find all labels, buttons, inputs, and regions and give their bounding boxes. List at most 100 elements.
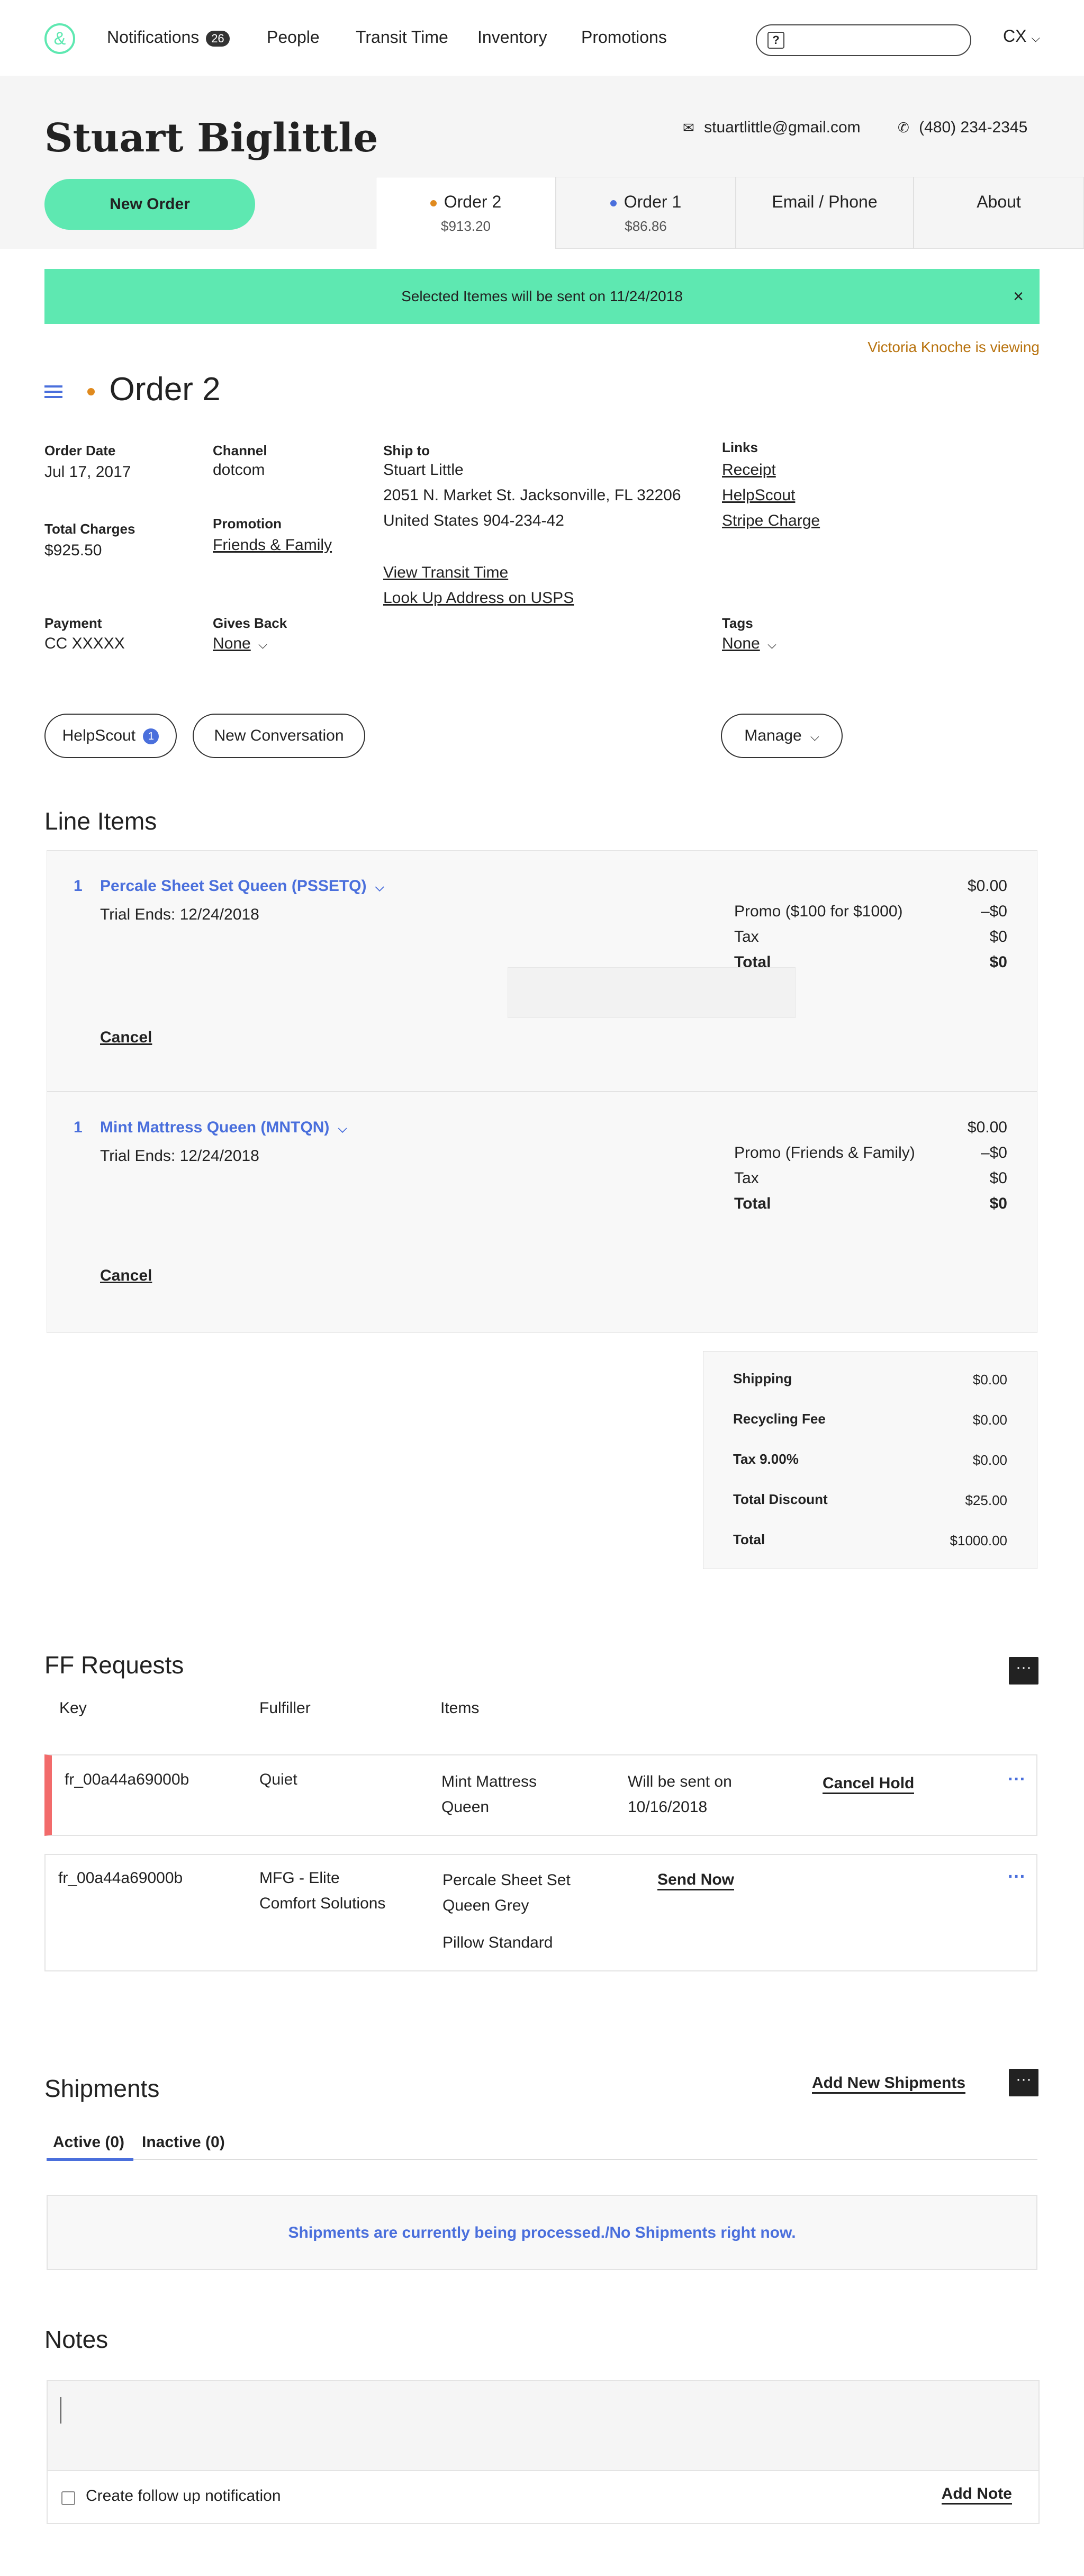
logo-icon[interactable]: & — [44, 23, 75, 54]
ff-fulfiller: MFG - Elite — [259, 1869, 340, 1887]
tab-about[interactable]: About — [914, 177, 1084, 249]
tab-active-shipments[interactable]: Active (0) — [53, 2133, 124, 2151]
line-item-product[interactable]: Percale Sheet Set Queen (PSSETQ) ⌵ — [100, 877, 384, 895]
stripe-charge-link[interactable]: Stripe Charge — [722, 508, 820, 534]
ff-row-more-icon[interactable]: ··· — [1008, 1867, 1026, 1887]
line-item-qty: 1 — [74, 1119, 83, 1136]
new-order-button[interactable]: New Order — [44, 179, 255, 230]
chevron-down-icon: ⌵ — [258, 638, 267, 651]
top-nav: & Notifications 26 People Transit Time I… — [0, 0, 1084, 76]
text-cursor — [60, 2397, 61, 2424]
ff-item: Mint Mattress — [441, 1773, 537, 1790]
add-new-shipments-button[interactable]: Add New Shipments — [812, 2074, 966, 2094]
active-tab-indicator — [47, 2158, 133, 2161]
phone-text: (480) 234-2345 — [919, 119, 1028, 136]
note-input[interactable] — [47, 2380, 1040, 2471]
tax-label: Tax — [734, 1169, 759, 1187]
receipt-link[interactable]: Receipt — [722, 457, 776, 483]
recycling-fee-value: $0.00 — [972, 1412, 1007, 1428]
shipments-more-button[interactable]: ··· — [1009, 2069, 1038, 2096]
tab-email-phone[interactable]: Email / Phone — [736, 177, 914, 249]
tab-amount: $913.20 — [441, 218, 491, 234]
ff-header-key: Key — [59, 1699, 87, 1717]
chevron-down-icon: ⌵ — [375, 880, 384, 894]
new-conversation-button[interactable]: New Conversation — [193, 714, 365, 758]
helpscout-link[interactable]: HelpScout — [722, 483, 795, 508]
ff-more-button[interactable]: ··· — [1009, 1657, 1038, 1685]
promo-value: –$0 — [980, 1144, 1007, 1161]
add-note-button[interactable]: Add Note — [941, 2485, 1012, 2505]
tab-inactive-shipments[interactable]: Inactive (0) — [142, 2133, 225, 2151]
ff-status-date: 10/16/2018 — [628, 1798, 708, 1816]
order-totals: Shipping $0.00 Recycling Fee $0.00 Tax 9… — [703, 1351, 1037, 1569]
line-item-product[interactable]: Mint Mattress Queen (MNTQN) ⌵ — [100, 1119, 347, 1137]
ff-item: Queen — [441, 1798, 490, 1816]
trial-ends: Trial Ends: 12/24/2018 — [100, 906, 259, 923]
cancel-hold-button[interactable]: Cancel Hold — [823, 1775, 915, 1794]
tab-order-1[interactable]: Order 1 $86.86 — [556, 177, 736, 249]
ship-country-phone: United States 904-234-42 — [383, 512, 564, 529]
nav-people[interactable]: People — [267, 28, 320, 47]
customer-email[interactable]: ✉ stuartlittle@gmail.com — [683, 119, 861, 137]
menu-icon[interactable] — [44, 382, 62, 401]
total-discount-label: Total Discount — [733, 1491, 828, 1507]
close-icon[interactable]: × — [1013, 269, 1024, 324]
tax-rate-value: $0.00 — [972, 1452, 1007, 1468]
total-charges-value: $925.50 — [44, 542, 102, 559]
nav-promotions[interactable]: Promotions — [581, 28, 667, 47]
search-input[interactable]: ? — [756, 24, 971, 56]
line-item: 1 Percale Sheet Set Queen (PSSETQ) ⌵ Tri… — [47, 850, 1037, 1092]
shipping-value: $0.00 — [972, 1372, 1007, 1388]
tax-rate-label: Tax 9.00% — [733, 1451, 799, 1467]
ship-address: 2051 N. Market St. Jacksonville, FL 3220… — [383, 487, 681, 504]
tab-order-2[interactable]: Order 2 $913.20 — [376, 177, 556, 249]
ff-row-more-icon[interactable]: ··· — [1008, 1769, 1026, 1790]
promo-value: –$0 — [980, 903, 1007, 920]
shipments-message: Shipments are currently being processed.… — [47, 2195, 1037, 2270]
total-label: Total — [734, 1195, 771, 1212]
customer-phone[interactable]: ✆ (480) 234-2345 — [898, 119, 1027, 137]
alert-text: Selected Itemes will be sent on 11/24/20… — [401, 288, 683, 304]
order-status-dot — [610, 200, 617, 206]
ff-key: fr_00a44a69000b — [65, 1771, 189, 1788]
product-name: Mint Mattress Queen (MNTQN) — [100, 1119, 330, 1136]
gives-back-dropdown[interactable]: None ⌵ — [213, 631, 267, 657]
line-item: 1 Mint Mattress Queen (MNTQN) ⌵ Trial En… — [47, 1092, 1037, 1333]
tab-label: Email / Phone — [772, 192, 878, 211]
total-charges-label: Total Charges — [44, 521, 136, 537]
cancel-line-item-button[interactable]: Cancel — [100, 1029, 152, 1047]
send-now-button[interactable]: Send Now — [657, 1871, 735, 1890]
ff-item: Pillow Standard — [442, 1934, 553, 1951]
notes-footer: Create follow up notification Add Note — [47, 2471, 1040, 2524]
links-label: Links — [722, 439, 758, 455]
alert-banner: Selected Itemes will be sent on 11/24/20… — [44, 269, 1040, 324]
ff-header-items: Items — [440, 1699, 480, 1717]
ff-key: fr_00a44a69000b — [58, 1869, 183, 1887]
follow-up-checkbox[interactable] — [61, 2491, 75, 2505]
tax-value: $0 — [989, 1169, 1007, 1187]
tab-label: Order 2 — [444, 192, 502, 211]
nav-notifications[interactable]: Notifications 26 — [107, 28, 230, 47]
user-menu[interactable]: CX ⌵ — [1003, 26, 1040, 46]
payment-label: Payment — [44, 615, 102, 631]
view-transit-time-link[interactable]: View Transit Time — [383, 560, 508, 586]
lookup-usps-link[interactable]: Look Up Address on USPS — [383, 586, 574, 611]
promotion-link[interactable]: Friends & Family — [213, 533, 332, 558]
line-item-price: $0.00 — [967, 1119, 1007, 1136]
tags-dropdown[interactable]: None ⌵ — [722, 631, 776, 657]
line-item-price: $0.00 — [967, 877, 1007, 895]
helpscout-count-badge: 1 — [143, 728, 159, 745]
mail-icon: ✉ — [683, 120, 694, 136]
helpscout-button[interactable]: HelpScout 1 — [44, 714, 177, 758]
gives-back-value: None — [213, 635, 251, 652]
cancel-line-item-button[interactable]: Cancel — [100, 1267, 152, 1285]
nav-inventory[interactable]: Inventory — [477, 28, 547, 47]
ff-request-row: fr_00a44a69000b Quiet Mint Mattress Quee… — [44, 1754, 1037, 1836]
total-discount-value: $25.00 — [965, 1492, 1007, 1508]
manage-button[interactable]: Manage ⌵ — [721, 714, 843, 758]
ship-to-label: Ship to — [383, 443, 430, 458]
tab-amount: $86.86 — [625, 218, 667, 234]
nav-transit-time[interactable]: Transit Time — [356, 28, 448, 47]
tags-label: Tags — [722, 615, 753, 631]
viewing-indicator: Victoria Knoche is viewing — [868, 339, 1040, 355]
